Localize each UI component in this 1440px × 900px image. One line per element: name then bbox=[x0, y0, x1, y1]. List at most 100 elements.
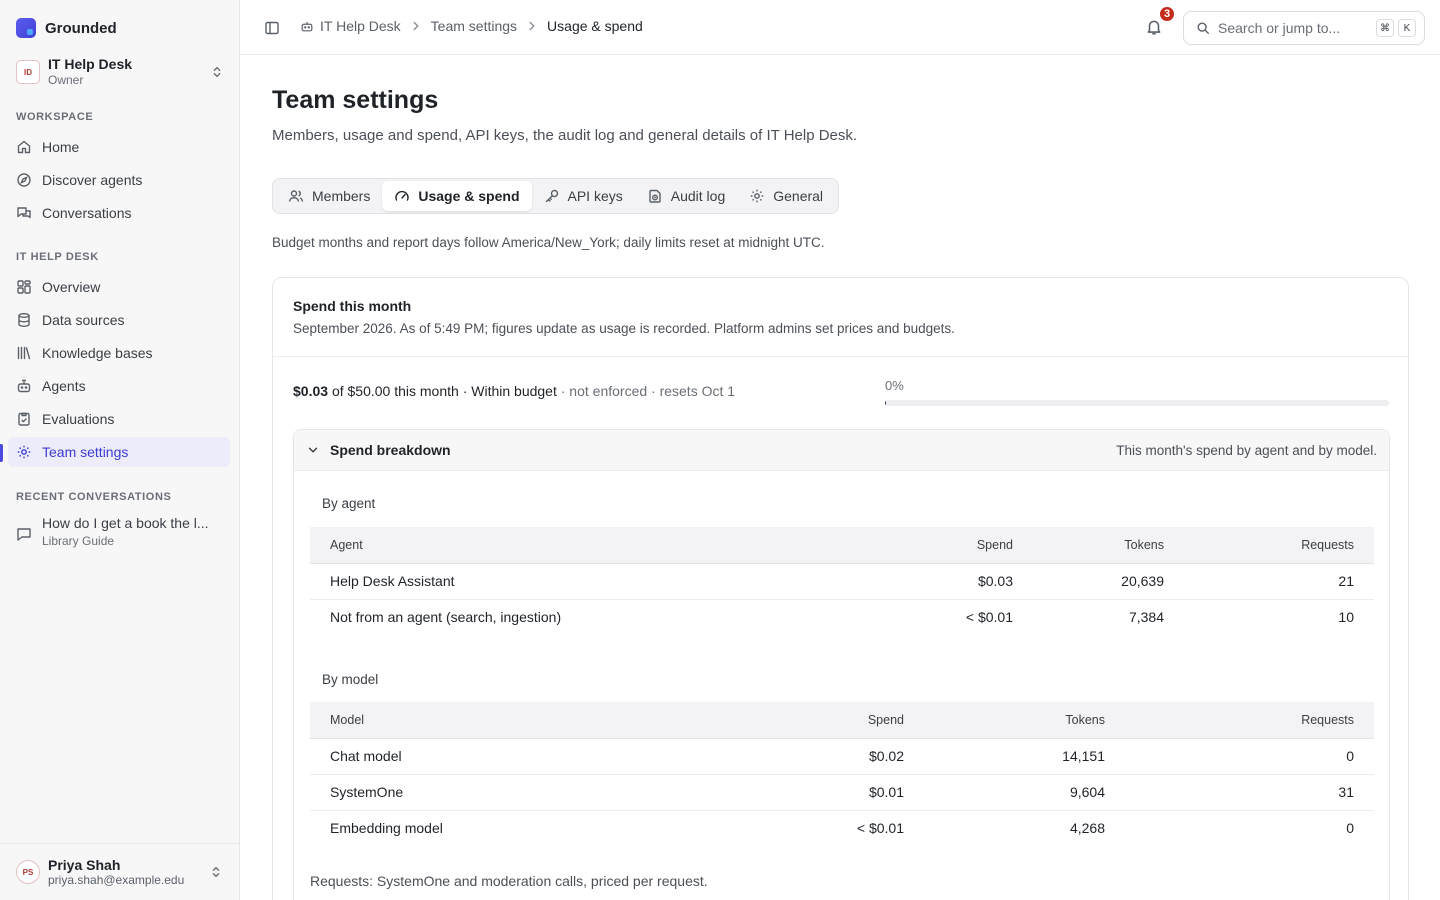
spend-breakdown: Spend breakdown This month's spend by ag… bbox=[293, 429, 1390, 900]
sidebar-item-label: Knowledge bases bbox=[42, 345, 153, 361]
table-row: Embedding model < $0.01 4,268 0 bbox=[310, 810, 1374, 846]
user-menu[interactable]: PS Priya Shah priya.shah@example.edu bbox=[0, 843, 239, 900]
sidebar-item-label: Conversations bbox=[42, 205, 132, 221]
shortcut-key-k: K bbox=[1398, 19, 1416, 37]
workspace-section-label: WORKSPACE bbox=[16, 111, 94, 123]
home-icon bbox=[17, 140, 31, 154]
table-cell: 7,384 bbox=[1128, 609, 1164, 626]
recent-conversation-agent: Library Guide bbox=[42, 534, 115, 548]
column-header: Tokens bbox=[1033, 527, 1184, 564]
users-icon bbox=[288, 190, 304, 202]
sidebar-item-data-sources[interactable]: Data sources bbox=[8, 305, 230, 335]
sidebar-item-label: Discover agents bbox=[42, 172, 143, 188]
sidebar-item-agents[interactable]: Agents bbox=[8, 371, 230, 401]
table-cell: 14,151 bbox=[924, 738, 1125, 775]
sidebar-item-discover-agents[interactable]: Discover agents bbox=[8, 165, 230, 195]
table-cell: $0.01 bbox=[764, 774, 924, 811]
table-cell: 20,639 bbox=[1033, 563, 1184, 600]
table-cell: 21 bbox=[1184, 563, 1374, 600]
workspace-switcher[interactable]: ID IT Help Desk Owner bbox=[12, 52, 228, 92]
spend-breakdown-title: Spend breakdown bbox=[330, 442, 451, 458]
by-agent-heading: By agent bbox=[322, 496, 376, 511]
chevron-updown-icon bbox=[213, 66, 221, 78]
budget-status: · not enforced · resets Oct 1 bbox=[560, 383, 736, 399]
breadcrumb-workspace[interactable]: IT Help Desk bbox=[320, 18, 401, 34]
gear-icon bbox=[17, 445, 31, 459]
tab-label: Members bbox=[312, 188, 371, 204]
team-section-label: IT HELP DESK bbox=[16, 251, 99, 263]
workspace-role: Owner bbox=[48, 73, 84, 87]
sidebar-item-home[interactable]: Home bbox=[8, 132, 230, 162]
sidebar-toggle-icon[interactable] bbox=[264, 20, 280, 36]
spend-breakdown-toggle[interactable]: Spend breakdown This month's spend by ag… bbox=[294, 430, 1389, 471]
sidebar-item-label: Team settings bbox=[42, 444, 129, 460]
tab-audit-log[interactable]: Audit log bbox=[635, 181, 737, 211]
recent-conversation-title: How do I get a book the l... bbox=[42, 515, 209, 531]
brand[interactable]: Grounded bbox=[16, 18, 117, 38]
sidebar-item-conversations[interactable]: Conversations bbox=[8, 198, 230, 228]
key-icon bbox=[545, 189, 558, 203]
tab-general[interactable]: General bbox=[737, 181, 835, 211]
table-cell: SystemOne bbox=[310, 774, 764, 811]
timezone-note: Budget months and report days follow Ame… bbox=[272, 235, 825, 250]
table-cell: $0.03 bbox=[882, 563, 1033, 600]
library-icon bbox=[17, 346, 31, 360]
tab-label: Usage & spend bbox=[418, 188, 520, 204]
breadcrumb-team-settings[interactable]: Team settings bbox=[431, 18, 517, 34]
table-cell: Help Desk Assistant bbox=[310, 563, 882, 600]
avatar: PS bbox=[16, 860, 40, 884]
database-icon bbox=[18, 313, 30, 328]
sidebar: Grounded ID IT Help Desk Owner WORKSPACE… bbox=[0, 0, 240, 900]
table-cell: 10 bbox=[1338, 609, 1354, 626]
table-cell: Embedding model bbox=[330, 820, 443, 837]
table-cell: < $0.01 bbox=[856, 820, 904, 837]
budget-summary: $0.03 of $50.00 this month · Within budg… bbox=[293, 383, 735, 399]
table-cell: Chat model bbox=[310, 738, 764, 775]
tab-members[interactable]: Members bbox=[276, 181, 382, 211]
compass-icon bbox=[17, 173, 31, 187]
spend-card-description: September 2026. As of 5:49 PM; figures u… bbox=[293, 321, 955, 336]
column-header: Spend bbox=[764, 702, 924, 739]
sidebar-item-team-settings[interactable]: Team settings bbox=[8, 437, 230, 467]
active-indicator bbox=[0, 444, 3, 462]
search-input[interactable]: Search or jump to... ⌘ K bbox=[1183, 11, 1425, 45]
breadcrumb: IT Help Desk Team settings Usage & spend bbox=[300, 18, 643, 34]
sidebar-item-label: Data sources bbox=[42, 312, 125, 328]
sidebar-item-knowledge-bases[interactable]: Knowledge bases bbox=[8, 338, 230, 368]
table-cell: Not from an agent (search, ingestion) bbox=[330, 609, 562, 626]
clipboard-check-icon bbox=[18, 412, 30, 426]
sidebar-item-label: Home bbox=[42, 139, 80, 155]
workspace-avatar: ID bbox=[16, 60, 40, 84]
grid-icon bbox=[17, 280, 31, 294]
breadcrumb-current: Usage & spend bbox=[547, 18, 643, 34]
search-placeholder: Search or jump to... bbox=[1218, 20, 1341, 36]
recent-conversation-item[interactable]: How do I get a book the l... Library Gui… bbox=[8, 512, 230, 556]
chevron-right-icon bbox=[529, 21, 535, 31]
budget-percent-label: 0% bbox=[885, 378, 904, 393]
sidebar-item-evaluations[interactable]: Evaluations bbox=[8, 404, 230, 434]
shortcut-key-cmd: ⌘ bbox=[1376, 19, 1394, 37]
model-table: Model Spend Tokens Requests Chat model $… bbox=[310, 702, 1374, 846]
recent-section-label: RECENT CONVERSATIONS bbox=[16, 491, 172, 503]
topbar: IT Help Desk Team settings Usage & spend… bbox=[240, 0, 1440, 55]
column-header: Tokens bbox=[924, 702, 1125, 739]
gear-icon bbox=[751, 189, 764, 203]
column-header: Requests bbox=[1125, 702, 1374, 739]
tab-usage-spend[interactable]: Usage & spend bbox=[382, 181, 532, 211]
workspace-name: IT Help Desk bbox=[48, 56, 133, 72]
robot-icon bbox=[17, 379, 31, 393]
column-header: Agent bbox=[310, 527, 882, 564]
table-row: Chat model $0.02 14,151 0 bbox=[310, 738, 1374, 775]
robot-icon bbox=[301, 22, 313, 32]
tab-api-keys[interactable]: API keys bbox=[532, 181, 635, 211]
chat-icon bbox=[17, 528, 31, 541]
sidebar-item-overview[interactable]: Overview bbox=[8, 272, 230, 302]
brand-name: Grounded bbox=[45, 19, 117, 37]
requests-footnote: Requests: SystemOne and moderation calls… bbox=[310, 873, 708, 889]
notification-badge: 3 bbox=[1158, 5, 1176, 23]
budget-progress-bar bbox=[885, 400, 1389, 406]
chats-icon bbox=[17, 207, 31, 219]
table-cell: 0 bbox=[1346, 820, 1354, 837]
table-row: SystemOne $0.01 9,604 31 bbox=[310, 774, 1374, 811]
column-header: Model bbox=[310, 702, 764, 739]
